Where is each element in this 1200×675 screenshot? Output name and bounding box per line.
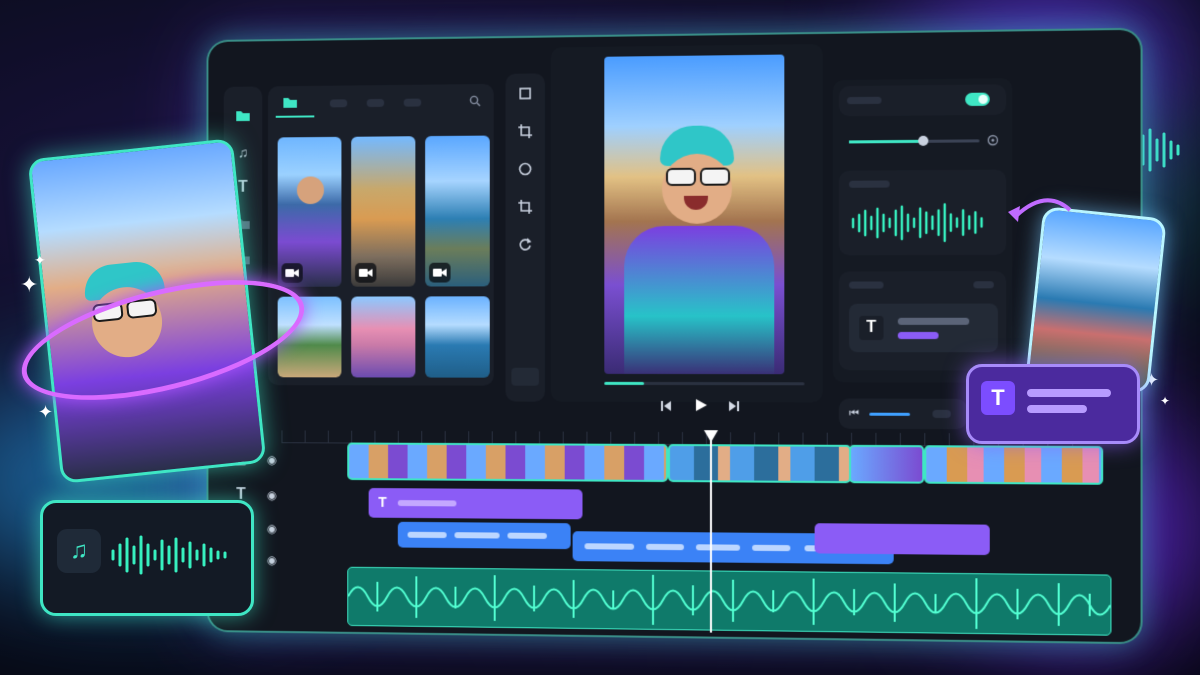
text-layer-item[interactable]: T — [849, 303, 998, 353]
video-icon — [355, 262, 377, 283]
subtitle-clip[interactable] — [397, 521, 571, 550]
reset-icon[interactable] — [984, 131, 1002, 149]
sparkle-icon: ✦ — [38, 402, 54, 422]
transform-icon[interactable] — [515, 197, 535, 217]
arrow-icon — [1008, 198, 1072, 222]
video-clip[interactable] — [347, 442, 668, 483]
audio-waveform — [849, 200, 1000, 245]
rotate-icon[interactable] — [515, 235, 535, 255]
preview-panel — [550, 44, 823, 403]
eye-icon[interactable]: ◉ — [262, 550, 281, 570]
video-clip[interactable] — [924, 445, 1104, 485]
media-icon[interactable] — [281, 94, 298, 110]
property-slider[interactable] — [849, 135, 980, 146]
circle-icon[interactable] — [515, 159, 535, 179]
eye-icon[interactable]: ◉ — [262, 450, 281, 470]
preview-progress-fill — [604, 381, 645, 385]
audio-property-card — [838, 169, 1007, 256]
tools-panel — [505, 73, 545, 402]
music-waveform — [111, 535, 227, 575]
select-icon[interactable] — [515, 83, 535, 103]
music-icon: ♫ — [57, 529, 101, 573]
audio-clip-waveform — [348, 568, 1110, 635]
playhead[interactable] — [703, 430, 718, 633]
property-row-toggle — [838, 84, 1007, 117]
preview-video[interactable] — [604, 54, 785, 375]
media-library-panel — [267, 83, 494, 386]
eye-icon[interactable]: ◉ — [262, 485, 281, 505]
eye-icon[interactable]: ◉ — [262, 519, 281, 539]
tab-3[interactable] — [366, 98, 385, 108]
preview-progress-track[interactable] — [604, 381, 805, 386]
text-clip[interactable]: T — [368, 488, 583, 520]
video-icon — [281, 263, 303, 283]
crop-icon[interactable] — [515, 121, 535, 141]
media-thumbnail[interactable] — [425, 135, 490, 287]
text-property-card: T — [838, 271, 1007, 371]
music-card: ♫ — [40, 500, 254, 616]
media-thumbnail[interactable] — [351, 296, 416, 378]
toggle-switch[interactable] — [965, 92, 990, 107]
search-icon[interactable] — [466, 92, 484, 110]
media-thumbnail[interactable] — [425, 296, 490, 378]
sparkle-icon: ✦ — [1160, 394, 1171, 408]
media-thumbnail[interactable] — [277, 136, 342, 287]
audio-clip[interactable] — [347, 566, 1112, 636]
text-card-icon: T — [981, 381, 1015, 415]
tab-4[interactable] — [403, 98, 422, 107]
sparkle-icon: ✦ — [34, 252, 46, 268]
text-clip-icon: T — [378, 493, 387, 510]
properties-panel: T — [832, 78, 1013, 383]
video-editor-window: ♫ T T ⏮ ◉ T ◉ ◉ ◉ T — [206, 27, 1143, 645]
video-clip[interactable] — [849, 444, 925, 484]
media-thumbnail[interactable] — [351, 136, 416, 287]
back-button[interactable] — [511, 367, 540, 386]
sparkle-icon: ✦ — [20, 272, 39, 297]
video-icon — [429, 262, 451, 283]
music-icon[interactable]: ♫ — [233, 144, 252, 162]
video-clip[interactable] — [667, 444, 852, 484]
folder-icon[interactable] — [233, 106, 252, 124]
text-layer-icon: T — [859, 315, 884, 341]
text-card: T — [966, 364, 1140, 444]
text-clip[interactable] — [814, 523, 990, 556]
tab-2[interactable] — [329, 99, 348, 108]
